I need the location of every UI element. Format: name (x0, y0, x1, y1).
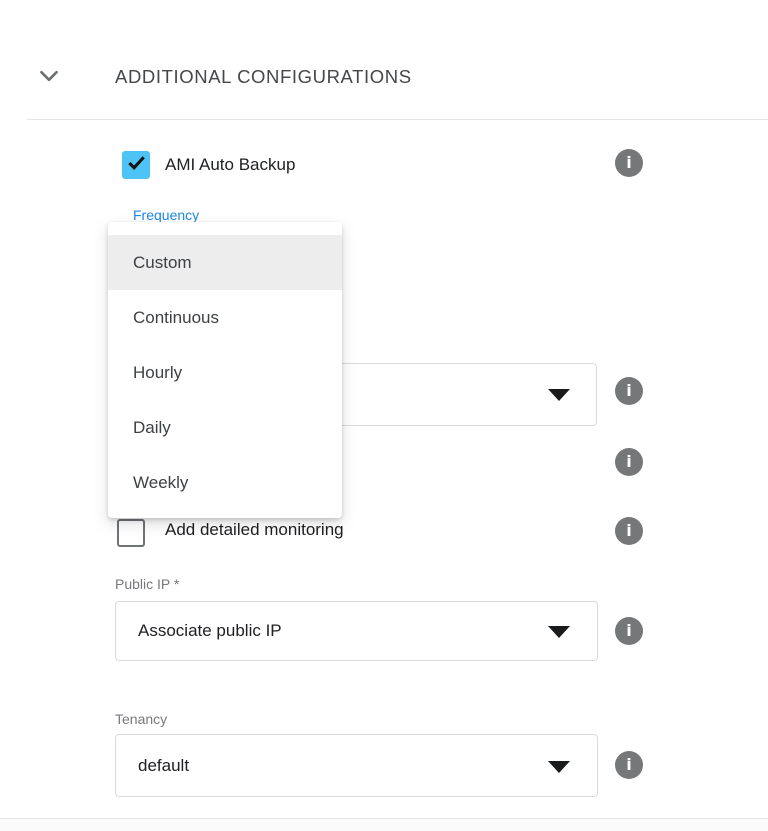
info-icon-detailed-monitoring[interactable]: i (615, 517, 643, 545)
info-glyph: i (626, 454, 631, 470)
public-ip-value: Associate public IP (138, 621, 282, 641)
ami-auto-backup-label: AMI Auto Backup (165, 155, 295, 175)
tenancy-label: Tenancy (115, 711, 167, 727)
dropdown-arrow-icon (548, 761, 570, 773)
chevron-down-icon[interactable] (36, 63, 62, 89)
ami-auto-backup-checkbox[interactable] (122, 151, 150, 179)
section-divider (27, 119, 768, 120)
tenancy-value: default (138, 756, 189, 776)
detailed-monitoring-label: Add detailed monitoring (165, 520, 344, 540)
info-glyph: i (626, 155, 631, 171)
menu-item-daily[interactable]: Daily (108, 400, 342, 455)
frequency-label: Frequency (133, 207, 199, 223)
menu-item-weekly[interactable]: Weekly (108, 455, 342, 510)
info-icon-ami-backup[interactable]: i (615, 149, 643, 177)
section-title: ADDITIONAL CONFIGURATIONS (115, 66, 412, 88)
info-icon-tenancy[interactable]: i (615, 751, 643, 779)
check-icon (125, 151, 148, 179)
info-glyph: i (626, 757, 631, 773)
detailed-monitoring-checkbox[interactable] (117, 519, 145, 547)
info-icon-hidden-row[interactable]: i (615, 448, 643, 476)
footer-strip (0, 819, 768, 831)
info-glyph: i (626, 623, 631, 639)
menu-item-hourly[interactable]: Hourly (108, 345, 342, 400)
dropdown-arrow-icon (548, 626, 570, 638)
menu-item-continuous[interactable]: Continuous (108, 290, 342, 345)
info-icon-public-ip[interactable]: i (615, 617, 643, 645)
tenancy-select[interactable]: default (115, 734, 598, 797)
dropdown-arrow-icon (548, 389, 570, 401)
menu-item-custom[interactable]: Custom (108, 235, 342, 290)
public-ip-select[interactable]: Associate public IP (115, 601, 598, 661)
additional-configurations-panel: ADDITIONAL CONFIGURATIONS AMI Auto Backu… (0, 0, 768, 831)
info-icon-occluded-field[interactable]: i (615, 377, 643, 405)
info-glyph: i (626, 383, 631, 399)
frequency-dropdown-menu: Custom Continuous Hourly Daily Weekly (108, 222, 342, 518)
public-ip-label: Public IP * (115, 576, 179, 592)
info-glyph: i (626, 523, 631, 539)
